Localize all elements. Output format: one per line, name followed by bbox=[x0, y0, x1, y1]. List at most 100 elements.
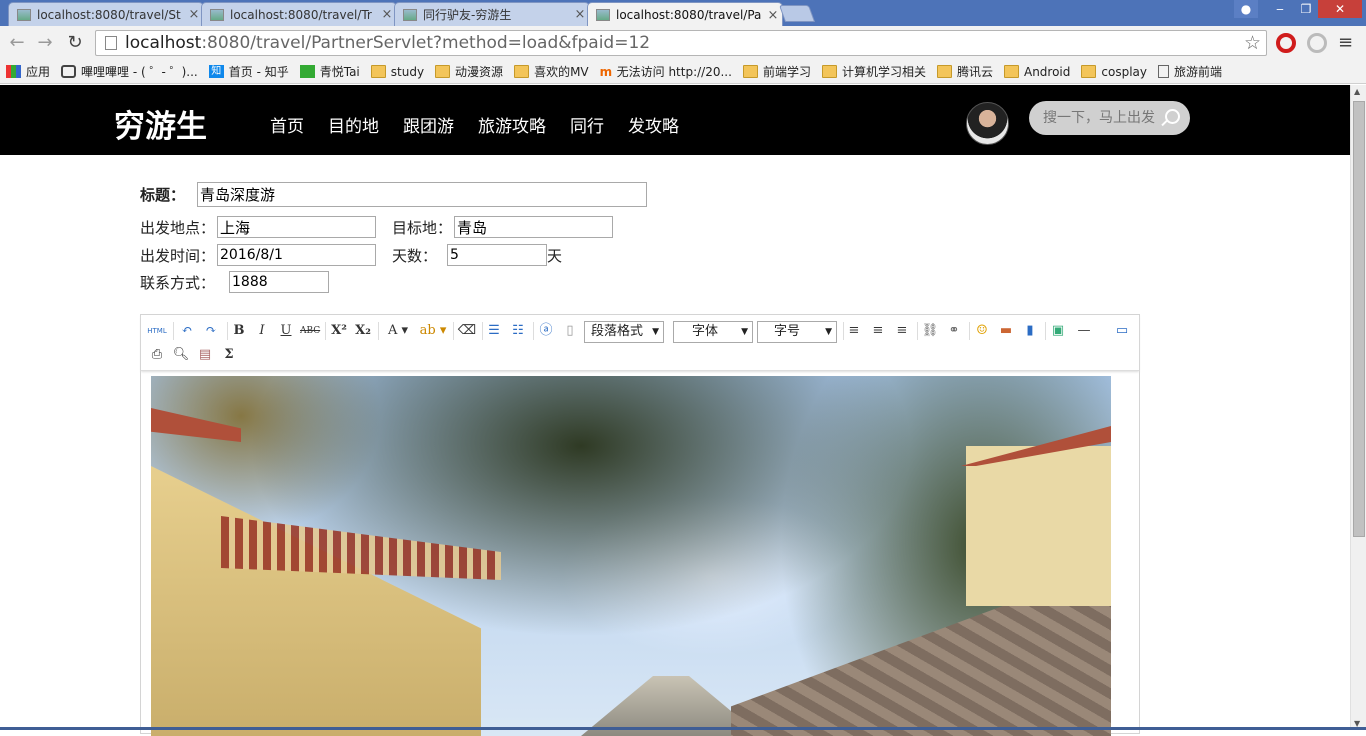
menu-icon[interactable]: ≡ bbox=[1338, 32, 1353, 53]
time-input[interactable] bbox=[217, 244, 377, 266]
bookmark-zhihu[interactable]: 知首页 - 知乎 bbox=[208, 63, 289, 80]
bookmark-apps[interactable]: 应用 bbox=[6, 63, 50, 80]
browser-tab[interactable]: localhost:8080/travel/St × bbox=[8, 2, 204, 26]
unlink-icon[interactable]: ⚭ bbox=[944, 321, 964, 341]
scroll-thumb[interactable] bbox=[1353, 101, 1365, 537]
chevron-down-icon: ▼ bbox=[652, 327, 659, 337]
print-icon[interactable]: ⎙ bbox=[147, 345, 167, 365]
nav-home[interactable]: 首页 bbox=[270, 112, 304, 137]
tab-close-icon[interactable]: × bbox=[764, 8, 782, 23]
bold-icon[interactable]: B bbox=[229, 321, 249, 341]
browser-tab[interactable]: 同行驴友-穷游生 × bbox=[394, 2, 590, 26]
user-profile-icon[interactable]: ● bbox=[1234, 0, 1258, 18]
bookmark-folder[interactable]: 计算机学习相关 bbox=[821, 63, 926, 80]
eraser-icon[interactable]: ⌫ bbox=[457, 321, 477, 341]
tab-title: localhost:8080/travel/Tr bbox=[230, 7, 372, 22]
toolbar-separator bbox=[325, 322, 326, 340]
maximize-icon[interactable]: ❐ bbox=[1292, 0, 1320, 18]
apps-grid-icon bbox=[6, 65, 21, 78]
underline-icon[interactable]: U bbox=[276, 321, 296, 341]
folder-icon bbox=[821, 65, 837, 78]
bookmark-folder[interactable]: cosplay bbox=[1081, 65, 1147, 79]
site-header: 穷游生 首页 目的地 跟团游 旅游攻略 同行 发攻略 bbox=[0, 85, 1350, 155]
mi-icon: m bbox=[599, 65, 613, 79]
anchor-icon[interactable]: ⓐ bbox=[536, 321, 556, 341]
bookmark-star-icon[interactable]: ☆ bbox=[1244, 32, 1261, 54]
window-close-icon[interactable]: ✕ bbox=[1318, 0, 1362, 18]
site-logo[interactable]: 穷游生 bbox=[114, 101, 207, 146]
editor-toolbar: HTML ↶ ↷ B I U ABC X² X₂ A ▾ ab ▾ ⌫ ☰ ☷ … bbox=[141, 315, 1139, 371]
font-size-select[interactable]: 字号 ▼ bbox=[757, 321, 837, 343]
nav-post-guide[interactable]: 发攻略 bbox=[628, 112, 679, 137]
emoticon-icon[interactable]: ☺ bbox=[972, 321, 992, 341]
align-right-icon[interactable]: ≡ bbox=[892, 321, 912, 341]
address-bar[interactable]: localhost:8080/travel/PartnerServlet?met… bbox=[95, 30, 1267, 56]
bookmark-link[interactable]: m 无法访问 http://20... bbox=[600, 63, 732, 80]
bookmark-bilibili[interactable]: 嗶哩嗶哩 - ( ゜- ゜)... bbox=[61, 63, 198, 80]
nav-partners[interactable]: 同行 bbox=[570, 112, 604, 137]
back-arrow-icon[interactable]: ← bbox=[5, 31, 29, 55]
highlight-color-icon[interactable]: ab ▾ bbox=[418, 321, 448, 341]
browser-tab[interactable]: localhost:8080/travel/Tr × bbox=[201, 2, 397, 26]
strikethrough-icon[interactable]: ABC bbox=[300, 321, 320, 341]
folder-icon bbox=[742, 65, 758, 78]
horizontal-rule-icon[interactable]: — bbox=[1074, 321, 1094, 341]
extension-icon[interactable] bbox=[1307, 33, 1327, 53]
fullscreen-icon[interactable]: ▭ bbox=[1112, 321, 1132, 341]
browser-tab-active[interactable]: localhost:8080/travel/Pa × bbox=[587, 2, 783, 27]
minimize-icon[interactable]: ‒ bbox=[1266, 0, 1294, 18]
unordered-list-icon[interactable]: ☷ bbox=[508, 321, 528, 341]
subscript-icon[interactable]: X₂ bbox=[353, 321, 373, 341]
paragraph-format-select[interactable]: 段落格式 ▼ bbox=[584, 321, 664, 343]
font-color-icon[interactable]: A ▾ bbox=[383, 321, 413, 341]
forward-arrow-icon[interactable]: → bbox=[33, 31, 57, 55]
page-scrollbar[interactable]: ▲ ▼ bbox=[1350, 85, 1366, 730]
search-input[interactable] bbox=[1043, 110, 1159, 126]
title-label: 标题： bbox=[140, 186, 186, 204]
page-favicon-icon bbox=[210, 8, 224, 21]
align-left-icon[interactable]: ≡ bbox=[844, 321, 864, 341]
superscript-icon[interactable]: X² bbox=[329, 321, 349, 341]
bookmark-page[interactable]: 旅游前端 bbox=[1158, 63, 1222, 80]
bookmark-folder[interactable]: 动漫资源 bbox=[435, 63, 503, 80]
nav-group-tours[interactable]: 跟团游 bbox=[403, 112, 454, 137]
bookmark-folder[interactable]: 腾讯云 bbox=[936, 63, 993, 80]
reload-icon[interactable]: ↻ bbox=[63, 31, 87, 55]
insert-image-icon[interactable]: ▣ bbox=[1048, 321, 1068, 341]
search-icon[interactable] bbox=[1165, 109, 1180, 124]
avatar[interactable] bbox=[966, 102, 1009, 145]
ordered-list-icon[interactable]: ☰ bbox=[484, 321, 504, 341]
preview-icon[interactable]: 🔍︎ bbox=[171, 345, 191, 365]
new-tab-button[interactable] bbox=[778, 5, 816, 22]
undo-icon[interactable]: ↶ bbox=[177, 321, 197, 341]
title-input[interactable] bbox=[197, 182, 648, 207]
align-center-icon[interactable]: ≡ bbox=[868, 321, 888, 341]
time-label: 出发时间： bbox=[140, 246, 216, 265]
days-input[interactable] bbox=[447, 244, 548, 266]
bookmark-folder[interactable]: Android bbox=[1003, 65, 1070, 79]
bookmark-folder[interactable]: study bbox=[370, 65, 424, 79]
nav-travel-guides[interactable]: 旅游攻略 bbox=[478, 112, 546, 137]
video-icon[interactable]: ▮ bbox=[1020, 321, 1040, 341]
bookmark-folder[interactable]: 前端学习 bbox=[742, 63, 811, 80]
scroll-up-icon[interactable]: ▲ bbox=[1354, 87, 1360, 96]
paste-icon[interactable]: ▤ bbox=[195, 345, 215, 365]
image-icon[interactable]: ▬ bbox=[996, 321, 1016, 341]
italic-icon[interactable]: I bbox=[252, 321, 272, 341]
opera-extension-icon[interactable] bbox=[1276, 33, 1296, 53]
nav-destinations[interactable]: 目的地 bbox=[328, 112, 379, 137]
bookmark-folder[interactable]: 喜欢的MV bbox=[514, 63, 589, 80]
redo-icon[interactable]: ↷ bbox=[201, 321, 221, 341]
bookmark-tai[interactable]: 青悦Tai bbox=[299, 63, 360, 80]
link-icon[interactable]: ⛓ bbox=[920, 321, 940, 341]
font-family-select[interactable]: 字体 ▼ bbox=[673, 321, 753, 343]
tab-title: localhost:8080/travel/St bbox=[37, 7, 181, 22]
paste-plain-icon[interactable]: ▯ bbox=[560, 321, 580, 341]
from-input[interactable] bbox=[217, 216, 377, 238]
destination-input[interactable] bbox=[454, 216, 614, 238]
html-source-button[interactable]: HTML bbox=[147, 321, 167, 341]
formula-icon[interactable]: Σ bbox=[219, 345, 239, 365]
toolbar-separator bbox=[227, 322, 228, 340]
contact-row: 联系方式： bbox=[140, 271, 330, 293]
contact-input[interactable] bbox=[229, 271, 330, 293]
